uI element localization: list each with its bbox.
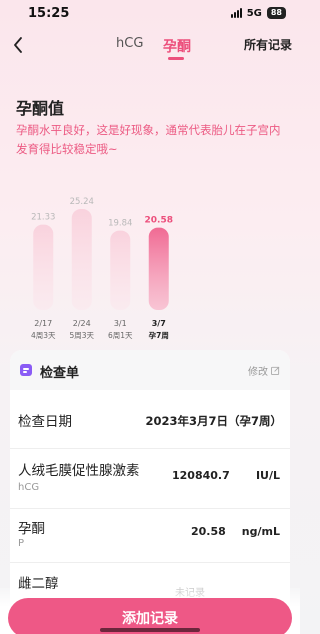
chart-category-label: 2/24 — [73, 319, 91, 328]
row-sub: P — [18, 538, 25, 549]
card-header: 检查单 修改 — [10, 350, 290, 390]
status-time: 15:25 — [28, 5, 70, 21]
progesterone-chart: 21.33 2/17 4周3天 25.24 2/24 5周3天 19.84 3/1 6周1天 20… — [16, 186, 216, 346]
chart-bar — [148, 227, 169, 310]
status-icons: 5G 88 — [230, 7, 286, 19]
tab-progesterone[interactable]: 孕酮 — [163, 36, 191, 56]
chart-bar — [71, 209, 92, 310]
network-label: 5G — [246, 7, 262, 19]
card-title: 检查单 — [40, 366, 80, 381]
tab-underline — [168, 57, 184, 60]
row-check-date: 检查日期 2023年3月7日（孕7周） — [10, 390, 290, 448]
chart-category-label: 2/17 — [34, 319, 52, 328]
chart-value-label: 20.58 — [145, 216, 173, 226]
battery-icon: 88 — [266, 7, 286, 19]
chart-bar — [33, 224, 54, 310]
chart-category-label: 3/1 — [114, 319, 127, 328]
chart-week-label: 孕7周 — [149, 331, 169, 340]
row-value: 2023年3月7日（孕7周） — [145, 414, 282, 428]
signal-icon — [230, 8, 242, 18]
edit-label: 修改 — [248, 367, 268, 378]
page-title: 孕酮值 — [16, 99, 65, 118]
all-records-link[interactable]: 所有记录 — [244, 36, 292, 53]
tab-hcg[interactable]: hCG — [116, 36, 143, 51]
chart-svg: 21.33 2/17 4周3天 25.24 2/24 5周3天 19.84 3/1 6周1天 20… — [31, 197, 173, 340]
status-description: 孕酮水平良好，这是好现象，通常代表胎儿在子宫内发育得比较稳定哦~ — [16, 123, 281, 156]
row-label: 检查日期 — [18, 414, 72, 430]
chart-category-label: 3/7 — [152, 319, 166, 328]
row-hcg: 人绒毛膜促性腺激素 hCG 120840.7 IU/L — [10, 448, 290, 508]
chart-week-label: 4周3天 — [31, 331, 56, 340]
row-value: 120840.7 — [172, 469, 230, 482]
document-icon — [20, 364, 32, 376]
row-label: 孕酮 — [18, 521, 45, 537]
status-bar: 15:25 5G 88 — [0, 0, 300, 26]
row-value: 20.58 — [191, 525, 226, 538]
chart-bar — [110, 230, 131, 310]
back-button[interactable] — [8, 34, 28, 56]
chart-week-label: 5周3天 — [69, 331, 94, 340]
chart-value-label: 25.24 — [70, 197, 94, 207]
row-unit: ng/mL — [241, 525, 280, 538]
edit-button[interactable]: 修改 — [248, 363, 280, 378]
chart-value-label: 21.33 — [31, 213, 55, 223]
edit-icon — [271, 366, 280, 375]
chevron-left-icon — [14, 37, 22, 53]
row-progesterone: 孕酮 P 20.58 ng/mL — [10, 508, 290, 562]
row-sub: hCG — [18, 482, 40, 493]
chart-value-label: 19.84 — [108, 219, 132, 229]
nav-bar: hCG 孕酮 所有记录 — [0, 30, 300, 64]
row-unit: IU/L — [255, 469, 280, 482]
home-indicator — [100, 628, 200, 632]
row-label: 人绒毛膜促性腺激素 — [18, 463, 140, 479]
chart-week-label: 6周1天 — [108, 331, 133, 340]
